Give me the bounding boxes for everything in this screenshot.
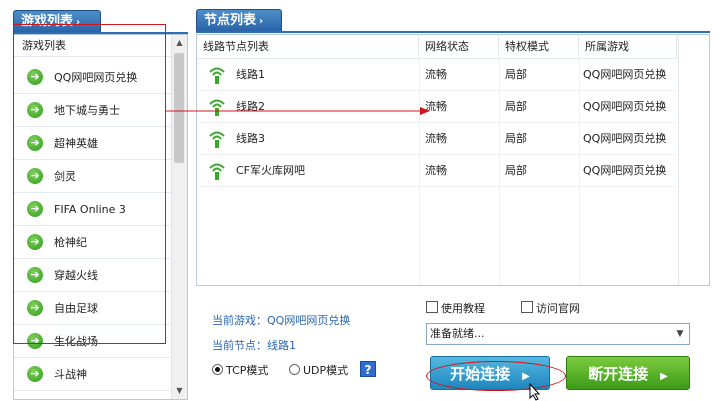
node-list-scroll-area[interactable] [678,35,709,285]
chevron-down-icon[interactable]: ▼ [671,324,689,344]
tcp-mode-label: TCP模式 [226,364,269,377]
scroll-down-icon[interactable]: ▼ [172,383,187,399]
tcp-mode-radio[interactable] [212,364,223,375]
node-row[interactable]: CF军火库网吧 流畅 局部 QQ网吧网页兑换 [197,155,677,187]
node-list-tab-label: 节点列表 [204,13,257,28]
help-icon[interactable]: ? [360,361,376,377]
website-label: 访问官网 [536,302,580,315]
column-header-mode: 特权模式 [499,35,579,59]
column-header-status: 网络状态 [419,35,499,59]
tutorial-label: 使用教程 [441,302,485,315]
udp-mode-label: UDP模式 [303,364,349,377]
node-mode: 局部 [505,68,527,81]
node-mode: 局部 [505,164,527,177]
node-mode: 局部 [505,132,527,145]
website-checkbox[interactable] [521,301,533,313]
chevron-right-icon: ▶ [660,371,668,382]
mouse-cursor-icon [529,383,541,401]
node-status: 流畅 [425,68,447,81]
node-list-tab-underline [196,31,710,33]
column-header-game: 所属游戏 [579,35,677,59]
node-game: QQ网吧网页兑换 [583,68,667,81]
node-mode: 局部 [505,100,527,113]
tutorial-checkbox[interactable] [426,301,438,313]
node-row[interactable]: 线路3 流畅 局部 QQ网吧网页兑换 [197,123,677,155]
current-node-text: 当前节点：线路1 [212,339,296,352]
arrow-right-icon: ➔ [27,366,43,382]
node-status: 流畅 [425,132,447,145]
node-game: QQ网吧网页兑换 [583,100,667,113]
game-list-scrollbar[interactable]: ▲ ▼ [171,35,187,399]
status-text: 准备就绪... [430,327,485,340]
annotation-arrow [165,107,430,115]
node-list-tab: 节点列表 › [196,9,282,31]
signal-icon [209,163,225,180]
node-game: QQ网吧网页兑换 [583,164,667,177]
signal-icon [209,131,225,148]
node-status: 流畅 [425,164,447,177]
game-item-label: 斗战神 [54,368,87,381]
signal-icon [209,67,225,84]
column-header-node: 线路节点列表 [197,35,419,59]
disconnect-button[interactable]: 断开连接 ▶ [566,356,690,390]
game-item[interactable]: ➔ 斗战神 [14,358,172,391]
scroll-up-icon[interactable]: ▲ [172,35,187,51]
node-name: 线路3 [236,132,265,145]
node-name: 线路1 [236,68,265,81]
udp-mode-radio[interactable] [289,364,300,375]
status-dropdown[interactable]: 准备就绪... ▼ [426,323,690,345]
node-game: QQ网吧网页兑换 [583,132,667,145]
annotation-ellipse [426,361,566,391]
current-game-text: 当前游戏：QQ网吧网页兑换 [212,314,351,327]
tab-chevron-icon: › [259,16,264,27]
annotation-box [13,24,166,344]
node-row[interactable]: 线路1 流畅 局部 QQ网吧网页兑换 [197,59,677,91]
node-name: CF军火库网吧 [236,164,306,177]
node-list-panel: 线路节点列表 网络状态 特权模式 所属游戏 线路1 流畅 局部 QQ网吧网页兑换… [196,34,710,286]
disconnect-label: 断开连接 [588,365,649,383]
